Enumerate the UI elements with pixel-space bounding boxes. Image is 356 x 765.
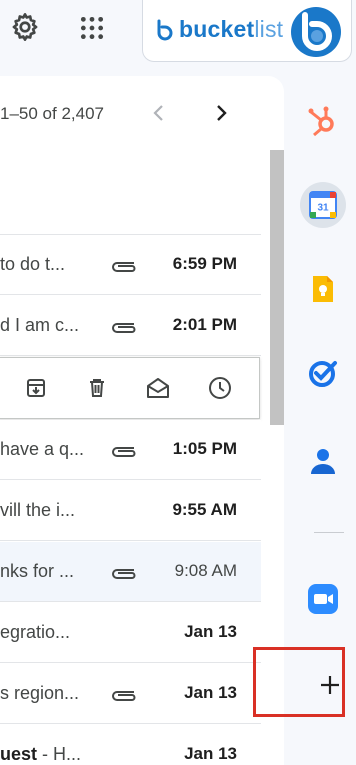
email-row[interactable]: vill the i... 9:55 AM (0, 481, 261, 541)
email-time: Jan 13 (184, 622, 237, 641)
attachment-icon (112, 447, 136, 457)
bucketlist-logo-icon (157, 19, 173, 41)
archive-icon[interactable] (23, 375, 49, 401)
scrollbar-thumb[interactable] (270, 150, 284, 425)
email-snippet: have a q... (0, 439, 85, 459)
email-time: 2:01 PM (172, 315, 237, 334)
email-snippet: d I am c... (0, 315, 80, 335)
svg-text:31: 31 (317, 203, 329, 214)
email-row[interactable]: egratio... Jan 13 (0, 603, 261, 663)
chevron-left-icon[interactable] (146, 100, 172, 126)
hubspot-icon[interactable] (300, 98, 346, 144)
google-contacts-icon[interactable] (300, 438, 346, 484)
email-time: 6:59 PM (172, 254, 237, 273)
google-calendar-icon[interactable]: 31 (300, 182, 346, 228)
snooze-icon[interactable] (207, 375, 233, 401)
attachment-icon (112, 262, 136, 272)
add-app-icon[interactable] (315, 670, 345, 700)
email-snippet: nks for ... (0, 561, 75, 581)
google-keep-icon[interactable] (300, 266, 346, 312)
email-time: Jan 13 (184, 683, 237, 702)
attachment-icon (112, 323, 136, 333)
brand-name: bucketlist (179, 16, 284, 42)
top-bar: bucketlist (0, 0, 356, 70)
chevron-right-icon[interactable] (208, 100, 234, 126)
email-snippet: uest - H... (0, 744, 82, 764)
email-time: 1:05 PM (172, 439, 237, 458)
apps-grid-icon[interactable] (72, 8, 112, 48)
email-row[interactable]: to do t... 6:59 PM (0, 235, 261, 295)
bucketlist-avatar-icon[interactable] (290, 6, 342, 58)
side-panel-divider (314, 532, 344, 533)
email-row[interactable]: nks for ... 9:08 AM (0, 542, 261, 602)
google-tasks-icon[interactable] (300, 350, 346, 396)
email-row[interactable]: d I am c... 2:01 PM (0, 296, 261, 356)
attachment-icon (112, 691, 136, 701)
email-snippet: vill the i... (0, 500, 76, 520)
email-snippet: s region... (0, 683, 80, 703)
pagination-range: 1–50 of 2,407 (0, 104, 104, 123)
bucketlist-brand-badge[interactable]: bucketlist (142, 0, 352, 62)
email-time: 9:55 AM (172, 500, 237, 519)
attachment-icon (112, 569, 136, 579)
trash-icon[interactable] (84, 375, 110, 401)
email-row[interactable]: have a q... 1:05 PM (0, 420, 261, 480)
mark-unread-icon[interactable] (145, 375, 171, 401)
email-row[interactable]: uest - H... Jan 13 (0, 725, 261, 765)
email-hover-actions (0, 357, 260, 419)
email-snippet: egratio... (0, 622, 71, 642)
email-time: Jan 13 (184, 744, 237, 763)
settings-gear-icon[interactable] (6, 8, 44, 46)
email-row[interactable]: s region... Jan 13 (0, 664, 261, 724)
zoom-icon[interactable] (300, 576, 346, 622)
email-time: 9:08 AM (174, 561, 237, 580)
email-snippet: to do t... (0, 254, 66, 274)
